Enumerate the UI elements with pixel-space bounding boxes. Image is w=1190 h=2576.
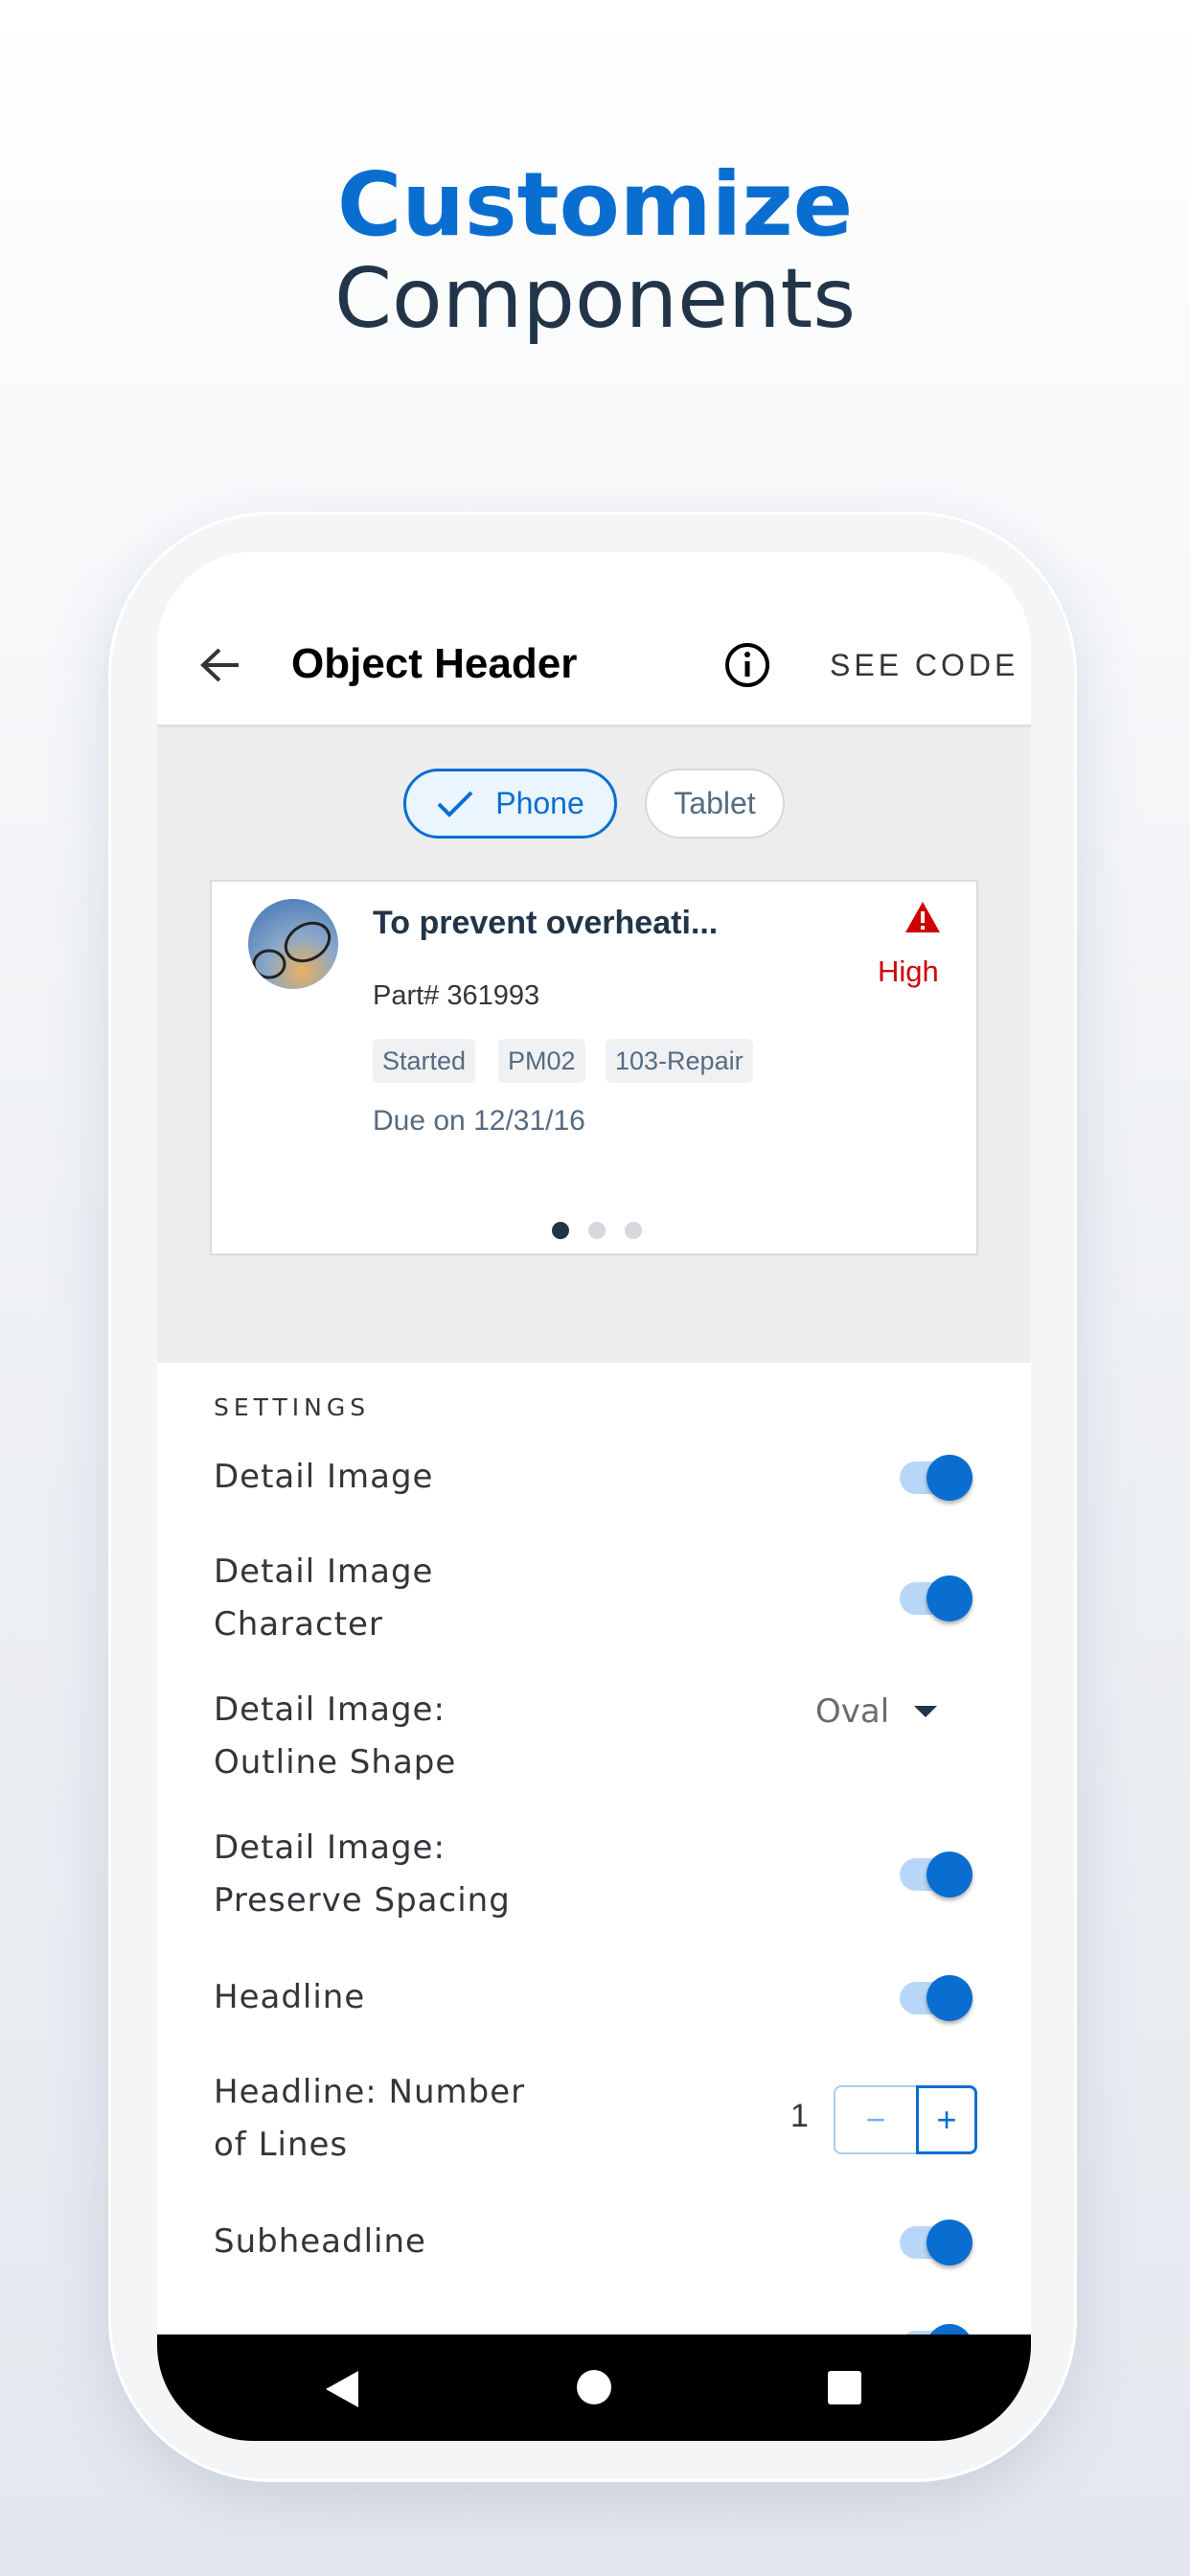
card-footnote: Due on 12/31/16	[373, 1105, 585, 1137]
headline-label: Headline	[214, 1978, 366, 2016]
tag-103-repair: 103-Repair	[606, 1039, 753, 1083]
increment-button[interactable]: +	[916, 2085, 977, 2154]
headline-toggle[interactable]	[900, 1975, 973, 2021]
priority-label: High	[878, 954, 939, 988]
detail-image-character-toggle[interactable]	[900, 1576, 973, 1622]
info-icon[interactable]	[723, 641, 771, 689]
detail-image-toggle[interactable]	[900, 1455, 973, 1501]
page-dot-3[interactable]	[625, 1222, 642, 1239]
phone-screen: Object Header SEE CODE Phone Tablet To p…	[157, 552, 1031, 2441]
card-subheadline: Part# 361993	[373, 980, 540, 1011]
preserve-spacing-toggle[interactable]	[900, 1852, 973, 1898]
card-headline: To prevent overheati...	[373, 905, 719, 941]
detail-image-character-label-1: Detail Image	[214, 1552, 434, 1591]
outline-shape-dropdown[interactable]: Oval	[770, 1683, 972, 1740]
headline-lines-value: 1	[790, 2098, 809, 2134]
tablet-chip-label: Tablet	[674, 786, 756, 820]
detail-image-character-label-2: Character	[214, 1605, 383, 1644]
nav-recents-icon[interactable]	[828, 2371, 861, 2404]
app-bar: Object Header SEE CODE	[157, 552, 1031, 727]
phone-chip[interactable]: Phone	[403, 769, 617, 839]
tablet-chip[interactable]: Tablet	[645, 769, 785, 839]
headline-lines-label-2: of Lines	[214, 2126, 349, 2164]
check-icon	[437, 791, 473, 817]
detail-image-label: Detail Image	[214, 1458, 434, 1496]
page-dot-2[interactable]	[588, 1222, 606, 1239]
see-code-button[interactable]: SEE CODE	[830, 648, 1018, 683]
warning-icon	[905, 902, 940, 932]
object-header-card: To prevent overheati... Part# 361993 Sta…	[210, 880, 978, 1255]
outline-shape-label-2: Outline Shape	[214, 1743, 457, 1782]
preserve-spacing-label-2: Preserve Spacing	[214, 1881, 511, 1920]
android-nav-bar	[157, 2334, 1031, 2441]
subheadline-toggle[interactable]	[900, 2220, 973, 2266]
tag-pm02: PM02	[498, 1039, 585, 1083]
hero-title-accent: Customize	[336, 153, 854, 256]
outline-shape-label-1: Detail Image:	[214, 1690, 446, 1729]
tag-started: Started	[373, 1039, 476, 1083]
decrement-button[interactable]: −	[834, 2085, 916, 2154]
back-arrow-icon[interactable]	[198, 646, 242, 684]
detail-image	[248, 899, 338, 989]
phone-chip-label: Phone	[495, 786, 584, 820]
page-dot-1[interactable]	[552, 1222, 569, 1239]
nav-home-icon[interactable]	[577, 2370, 611, 2404]
nav-back-icon[interactable]	[326, 2371, 358, 2407]
hero-title: Components	[333, 251, 857, 347]
settings-header: SETTINGS	[214, 1393, 371, 1421]
dropdown-arrow-icon	[914, 1706, 937, 1717]
outline-shape-value: Oval	[815, 1692, 890, 1731]
headline-lines-label-1: Headline: Number	[214, 2073, 526, 2111]
preserve-spacing-label-1: Detail Image:	[214, 1828, 446, 1867]
page-title: Object Header	[291, 640, 578, 687]
subheadline-label: Subheadline	[214, 2222, 426, 2261]
